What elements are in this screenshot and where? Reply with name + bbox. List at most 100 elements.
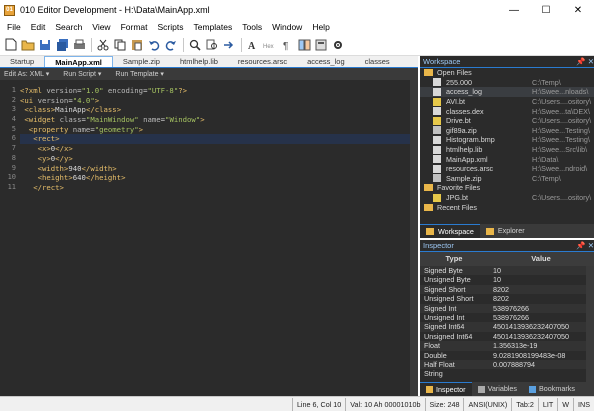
tab-inspector[interactable]: Inspector <box>420 382 472 396</box>
menu-scripts[interactable]: Scripts <box>153 20 189 34</box>
menu-file[interactable]: File <box>2 20 26 34</box>
inspector-row[interactable]: Unsigned Short 8202 <box>420 294 586 303</box>
inspector-row[interactable]: Signed Byte 10 <box>420 266 586 276</box>
status-tab-size[interactable]: Tab:2 <box>511 397 538 411</box>
open-files-folder[interactable]: Open Files <box>420 68 594 78</box>
inspector-value[interactable]: 10 <box>488 266 586 275</box>
tab-mainapp-xml[interactable]: MainApp.xml <box>44 56 113 67</box>
code-line[interactable]: <ui version="4.0"> <box>20 96 410 106</box>
workspace-file-item[interactable]: resources.arsc H:\Swee...ndroid\ <box>420 164 594 174</box>
workspace-file-item[interactable]: JPG.bt C:\Users....ository\ <box>420 193 594 203</box>
tab-resources-arsc[interactable]: resources.arsc <box>228 56 297 67</box>
workspace-file-item[interactable]: htmlhelp.lib H:\Swee...Src\lib\ <box>420 145 594 155</box>
print-icon[interactable] <box>71 37 87 53</box>
menu-templates[interactable]: Templates <box>188 20 237 34</box>
code-editor[interactable]: 1 2 3 4 5 6 7 8 9 10 11 <?xml version="1.0" encodi… <box>0 80 410 396</box>
run-template-dropdown[interactable]: Run Template ▾ <box>115 70 164 78</box>
code-line[interactable]: <?xml version="1.0" encoding="UTF-8"?> <box>20 86 410 96</box>
inspector-row[interactable]: Half Float 0.007888794 <box>420 359 586 370</box>
inspector-value[interactable]: 10 <box>488 275 586 284</box>
workspace-file-item[interactable]: MainApp.xml H:\Data\ <box>420 154 594 164</box>
status-insert-mode[interactable]: INS <box>573 397 594 411</box>
inspector-value[interactable]: 9.0281908199483e-08 <box>488 351 586 360</box>
inspector-col-value[interactable]: Value <box>488 252 594 266</box>
find-in-files-icon[interactable] <box>204 37 220 53</box>
recent-files-folder[interactable]: Recent Files <box>420 202 594 212</box>
workspace-file-item[interactable]: 255.000 C:\Temp\ <box>420 78 594 88</box>
inspector-value[interactable]: 1.356313e-19 <box>488 341 586 350</box>
redo-icon[interactable] <box>163 37 179 53</box>
save-icon[interactable] <box>37 37 53 53</box>
inspector-scrollbar[interactable] <box>586 266 594 382</box>
workspace-file-item[interactable]: classes.dex H:\Swee...ta\DEX\ <box>420 106 594 116</box>
inspector-row[interactable]: Unsigned Int 538976266 <box>420 313 586 322</box>
save-all-icon[interactable] <box>54 37 70 53</box>
menu-tools[interactable]: Tools <box>237 20 267 34</box>
inspector-pin-close[interactable]: 📌 ✕ <box>576 240 594 251</box>
hex-mode-icon[interactable]: Hex <box>262 37 278 53</box>
code-area[interactable]: <?xml version="1.0" encoding="UTF-8"?> <u… <box>20 86 410 193</box>
menu-window[interactable]: Window <box>267 20 307 34</box>
inspector-row[interactable]: Signed Int 538976266 <box>420 303 586 313</box>
tab-access-log[interactable]: access_log <box>297 56 355 67</box>
tab-sample-zip[interactable]: Sample.zip <box>113 56 170 67</box>
inspector-col-type[interactable]: Type <box>420 252 488 266</box>
find-icon[interactable] <box>187 37 203 53</box>
inspector-value[interactable]: 4501413936232407050 <box>488 332 586 341</box>
settings-icon[interactable] <box>330 37 346 53</box>
code-line[interactable]: <width>940</width> <box>20 164 410 174</box>
workspace-file-item[interactable]: Drive.bt C:\Users....ository\ <box>420 116 594 126</box>
compare-icon[interactable] <box>296 37 312 53</box>
workspace-file-item[interactable]: Histogram.bmp H:\Swee...Testing\ <box>420 135 594 145</box>
code-line[interactable]: <property name="geometry"> <box>20 125 410 135</box>
inspector-row[interactable]: Signed Short 8202 <box>420 284 586 295</box>
menu-help[interactable]: Help <box>307 20 334 34</box>
tab-workspace[interactable]: Workspace <box>420 224 480 238</box>
inspector-value[interactable]: 538976266 <box>488 313 586 322</box>
tab-classes[interactable]: classes <box>355 56 400 67</box>
run-script-dropdown[interactable]: Run Script ▾ <box>63 70 101 78</box>
menu-format[interactable]: Format <box>116 20 153 34</box>
goto-icon[interactable] <box>221 37 237 53</box>
inspector-row[interactable]: Double 9.0281908199483e-08 <box>420 351 586 360</box>
code-line[interactable]: <height>640</height> <box>20 173 410 183</box>
paragraph-icon[interactable]: ¶ <box>279 37 295 53</box>
copy-icon[interactable] <box>112 37 128 53</box>
code-line[interactable]: </rect> <box>20 183 410 193</box>
inspector-value[interactable]: 8202 <box>488 294 586 303</box>
menu-view[interactable]: View <box>87 20 115 34</box>
cut-icon[interactable] <box>95 37 111 53</box>
inspector-row[interactable]: Unsigned Byte 10 <box>420 275 586 284</box>
maximize-button[interactable]: ☐ <box>530 0 562 20</box>
tab-bookmarks[interactable]: Bookmarks <box>523 382 581 396</box>
code-line[interactable]: <x>0</x> <box>20 144 410 154</box>
tab-htmlhelp-lib[interactable]: htmlhelp.lib <box>170 56 228 67</box>
edit-as-dropdown[interactable]: Edit As: XML ▾ <box>4 70 49 78</box>
tab-startup[interactable]: Startup <box>0 56 44 67</box>
workspace-file-item[interactable]: gif89a.zip H:\Swee...Testing\ <box>420 126 594 136</box>
code-line[interactable]: <class>MainApp</class> <box>20 105 410 115</box>
workspace-file-item[interactable]: Sample.zip C:\Temp\ <box>420 174 594 184</box>
tab-explorer[interactable]: Explorer <box>480 224 531 238</box>
workspace-pin-close[interactable]: 📌 ✕ <box>576 56 594 67</box>
editor-scrollbar[interactable] <box>410 80 418 396</box>
inspector-value[interactable]: 0.007888794 <box>488 360 586 369</box>
code-line[interactable]: <rect> <box>20 134 410 145</box>
inspector-value[interactable] <box>488 369 586 378</box>
open-folder-icon[interactable] <box>20 37 36 53</box>
calculator-icon[interactable] <box>313 37 329 53</box>
new-file-icon[interactable] <box>3 37 19 53</box>
paste-icon[interactable] <box>129 37 145 53</box>
inspector-row[interactable]: Unsigned Int64 4501413936232407050 <box>420 332 586 341</box>
status-wrap[interactable]: W <box>557 397 573 411</box>
inspector-row[interactable]: Float 1.356313e-19 <box>420 341 586 351</box>
inspector-row[interactable]: String <box>420 369 586 378</box>
inspector-row[interactable]: Signed Int64 4501413936232407050 <box>420 322 586 332</box>
minimize-button[interactable]: — <box>498 0 530 20</box>
code-line[interactable]: <widget class="MainWindow" name="Window"… <box>20 115 410 125</box>
favorite-files-folder[interactable]: Favorite Files <box>420 183 594 193</box>
status-endian[interactable]: LIT <box>537 397 557 411</box>
workspace-file-item[interactable]: access_log H:\Swee...nloads\ <box>420 87 594 97</box>
text-mode-icon[interactable]: A <box>245 37 261 53</box>
tab-variables[interactable]: Variables <box>472 382 523 396</box>
